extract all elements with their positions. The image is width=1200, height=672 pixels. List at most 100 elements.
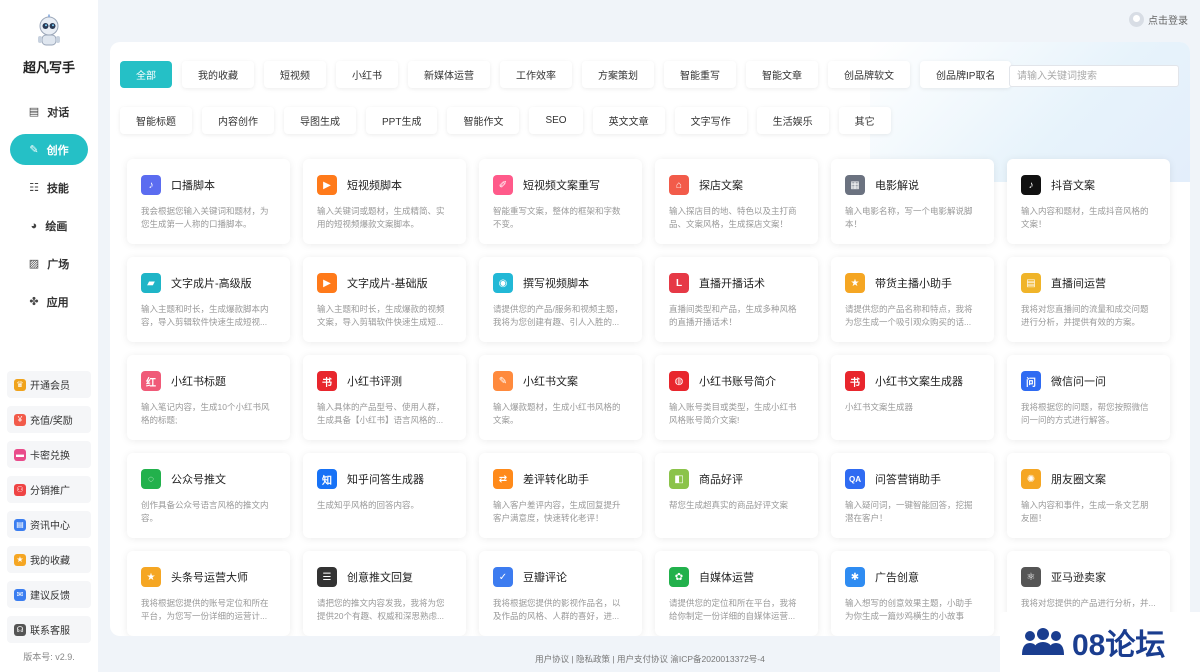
category-tab[interactable]: 全部 bbox=[120, 61, 172, 88]
nav-item-4[interactable]: ▨ 广场 bbox=[10, 248, 88, 279]
category-tab[interactable]: 工作效率 bbox=[500, 61, 572, 88]
category-tab[interactable]: SEO bbox=[529, 107, 583, 134]
side-item-5[interactable]: ★ 我的收藏 bbox=[7, 546, 91, 573]
category-tab[interactable]: 导图生成 bbox=[284, 107, 356, 134]
tool-card[interactable]: ✎ 小红书文案 输入爆款题材，生成小红书风格的文案。 bbox=[479, 355, 642, 440]
tool-card[interactable]: ✓ 豆瓣评论 我将根据您提供的影视作品名，以及作品的风格、人群的喜好，进... bbox=[479, 551, 642, 636]
tool-card[interactable]: ▰ 文字成片-高级版 输入主题和时长，生成爆款脚本内容，导入剪辑软件快速生成短视..… bbox=[127, 257, 290, 342]
card-description: 请提供您的产品/服务和视频主题，我将为您创建有趣、引人入胜的... bbox=[493, 304, 623, 327]
side-item-label: 建议反馈 bbox=[30, 591, 70, 602]
card-description: 我将根据您的问题，帮您按照微信问一问的方式进行解答。 bbox=[1021, 402, 1149, 425]
tool-card[interactable]: ◉ 撰写视频脚本请提供您的产品/服务和视频主题，我将为您创建有趣、引人入胜的... bbox=[479, 257, 642, 342]
side-item-3[interactable]: ⚇ 分销推广 bbox=[7, 476, 91, 503]
category-tab[interactable]: 小红书 bbox=[336, 61, 398, 88]
tool-card[interactable]: ◌ 公众号推文 创作具备公众号语言风格的推文内容。 bbox=[127, 453, 290, 538]
news-icon: ▤ bbox=[14, 518, 26, 531]
card-title: 朋友圈文案 bbox=[1051, 474, 1106, 486]
side-item-0[interactable]: ♛ 开通会员 bbox=[7, 371, 91, 398]
category-tab[interactable]: 英文文章 bbox=[592, 107, 665, 134]
star-badge-icon: ★ bbox=[845, 273, 865, 293]
side-item-7[interactable]: ☊ 联系客服 bbox=[7, 616, 91, 643]
side-item-label: 充值/奖励 bbox=[30, 416, 73, 427]
tool-card[interactable]: 书小红书文案生成器 小红书文案生成器 bbox=[831, 355, 994, 440]
card-title: 探店文案 bbox=[699, 180, 743, 192]
camera-icon: ◉ bbox=[493, 273, 513, 293]
tool-card[interactable]: L 直播开播话术 直播间类型和产品，生成多种风格的直播开播话术！ bbox=[655, 257, 818, 342]
nav-item-2[interactable]: ☷ 技能 bbox=[10, 172, 88, 203]
side-item-6[interactable]: ✉ 建议反馈 bbox=[7, 581, 91, 608]
card-title: 商品好评 bbox=[699, 474, 743, 486]
robot-logo-icon[interactable] bbox=[32, 14, 66, 48]
main-panel: 全部 我的收藏 短视频 小红书 新媒体运营 工作效率 方案策划 智能重写 智能文章 创品牌软文 创品… bbox=[110, 42, 1190, 636]
card-description: 输入疑问词，一键智能回答，挖掘潜在客户！ bbox=[845, 500, 973, 523]
tool-card[interactable]: ★ 头条号运营大师 我将根据您提供的账号定位和所在平台，为您写一份详细的运营计... bbox=[127, 551, 290, 636]
category-tab[interactable]: 创品牌IP取名 bbox=[920, 61, 1012, 88]
tool-card[interactable]: ▶ 文字成片-基础版 输入主题和时长，生成爆款的视频文案，导入剪辑软件快速生成短..… bbox=[303, 257, 466, 342]
tool-card[interactable]: ▤ 直播间运营 我将对您直播间的流量和成交问题进行分析，并提供有效的方案。 bbox=[1007, 257, 1170, 342]
tool-card[interactable]: ☰ 创意推文回复 请把您的推文内容发我，我将为您提供20个有趣、权威和深思熟虑... bbox=[303, 551, 466, 636]
card-title: 撰写视频脚本 bbox=[523, 278, 589, 290]
card-title: 口播脚本 bbox=[171, 180, 215, 192]
tool-card[interactable]: ✐ 短视频文案重写 智能重写文案，整体的框架和字数不变。 bbox=[479, 159, 642, 244]
category-tab[interactable]: 文字写作 bbox=[674, 107, 747, 134]
category-tab[interactable]: 智能重写 bbox=[664, 61, 736, 88]
tool-card[interactable]: ⇄ 差评转化助手 输入客户差评内容，生成回复提升客户满意度，快速转化老评！ bbox=[479, 453, 642, 538]
tool-card[interactable]: ▦ 电影解说 输入电影名称，写一个电影解说脚本！ bbox=[831, 159, 994, 244]
category-tab[interactable]: 内容创作 bbox=[202, 107, 274, 134]
category-tab[interactable]: 智能作文 bbox=[447, 107, 520, 134]
category-tab[interactable]: 方案策划 bbox=[582, 61, 654, 88]
card-header: ▰ 文字成片-高级版 bbox=[141, 273, 276, 293]
card-header: ✱ 广告创意 bbox=[845, 567, 980, 587]
card-title: 小红书账号简介 bbox=[699, 376, 776, 388]
category-tab[interactable]: 生活娱乐 bbox=[756, 107, 829, 134]
tool-card[interactable]: ✿ 自媒体运营 请提供您的定位和所在平台，我将给你制定一份详细的自媒体运营... bbox=[655, 551, 818, 636]
tool-card[interactable]: ⌂ 探店文案 输入探店目的地、特色以及主打商品、文案风格，生成探店文案！ bbox=[655, 159, 818, 244]
card-icon: ▬ bbox=[14, 448, 26, 461]
category-tab[interactable]: 其它 bbox=[838, 107, 891, 134]
tool-card[interactable]: ♪ 口播脚本 我会根据您输入关键词和题材，为您生成第一人称的口播脚本。 bbox=[127, 159, 290, 244]
category-tab[interactable]: 智能标题 bbox=[120, 107, 192, 134]
side-item-2[interactable]: ▬ 卡密兑换 bbox=[7, 441, 91, 468]
card-description: 输入电影名称，写一个电影解说脚本！ bbox=[845, 206, 973, 229]
card-header: ✺ 朋友圈文案 bbox=[1021, 469, 1156, 489]
tool-card[interactable]: ✺ 朋友圈文案 输入内容和事件，生成一条文艺朋友圈！ bbox=[1007, 453, 1170, 538]
tool-card[interactable]: ◍ 小红书账号简介 输入账号类目或类型，生成小红书风格账号简介文案! bbox=[655, 355, 818, 440]
side-item-4[interactable]: ▤ 资讯中心 bbox=[7, 511, 91, 538]
category-tab[interactable]: 创品牌软文 bbox=[828, 61, 910, 88]
card-header: ✿ 自媒体运营 bbox=[669, 567, 804, 587]
tool-card[interactable]: 书小红书评测 输入具体的产品型号、使用人群，生成具备【小红书】语言风格的... bbox=[303, 355, 466, 440]
xiaohongshu-icon: 红 bbox=[141, 371, 161, 391]
tool-card[interactable]: 知知乎问答生成器 生成知乎风格的回答内容。 bbox=[303, 453, 466, 538]
card-title: 小红书评测 bbox=[347, 376, 402, 388]
side-item-label: 我的收藏 bbox=[30, 556, 70, 567]
tool-card[interactable]: 问微信问一问 我将根据您的问题，帮您按照微信问一问的方式进行解答。 bbox=[1007, 355, 1170, 440]
nav-item-0[interactable]: ▤ 对话 bbox=[10, 96, 88, 127]
category-tab[interactable]: 新媒体运营 bbox=[408, 61, 490, 88]
category-tab[interactable]: 我的收藏 bbox=[182, 61, 254, 88]
login-label: 点击登录 bbox=[1148, 16, 1188, 27]
category-tab[interactable]: 智能文章 bbox=[746, 61, 818, 88]
palette-icon: ◕ bbox=[30, 219, 38, 232]
nav-item-5[interactable]: ✤ 应用 bbox=[10, 286, 88, 317]
tool-card[interactable]: QA 问答营销助手 输入疑问词，一键智能回答，挖掘潜在客户！ bbox=[831, 453, 994, 538]
tool-card[interactable]: ♪ 抖音文案 输入内容和题材，生成抖音风格的文案！ bbox=[1007, 159, 1170, 244]
tool-card[interactable]: ◧ 商品好评 帮您生成超真实的商品好评文案 bbox=[655, 453, 818, 538]
tool-card[interactable]: ✱ 广告创意 输入想写的创意效果主题，小助手为你生成一篇炒鸡横生的小故事 bbox=[831, 551, 994, 636]
search-input[interactable] bbox=[1009, 65, 1179, 87]
login-button[interactable]: 点击登录 bbox=[1129, 12, 1188, 27]
card-header: ◉ 撰写视频脚本 bbox=[493, 273, 628, 293]
nav-item-1[interactable]: ✎ 创作 bbox=[10, 134, 88, 165]
side-item-label: 资讯中心 bbox=[30, 521, 70, 532]
flower-icon: ✿ bbox=[669, 567, 689, 587]
card-header: ♪ 口播脚本 bbox=[141, 175, 276, 195]
card-description: 我将根据您提供的影视作品名，以及作品的风格、人群的喜好，进... bbox=[493, 598, 621, 621]
tool-card[interactable]: ▶ 短视频脚本 输入关键词或题材，生成精简、实用的短视频爆款文案脚本。 bbox=[303, 159, 466, 244]
nav-item-3[interactable]: ◕ 绘画 bbox=[10, 210, 88, 241]
card-description: 创作具备公众号语言风格的推文内容。 bbox=[141, 500, 269, 523]
card-description: 智能重写文案，整体的框架和字数不变。 bbox=[493, 206, 621, 229]
side-item-1[interactable]: ¥ 充值/奖励 bbox=[7, 406, 91, 433]
category-tab[interactable]: 短视频 bbox=[264, 61, 326, 88]
tool-card[interactable]: ★ 带货主播小助手 请提供您的产品名称和特点，我将为您生成一个吸引观众购买的话... bbox=[831, 257, 994, 342]
category-tab[interactable]: PPT生成 bbox=[366, 107, 438, 134]
tool-card[interactable]: 红小红书标题 输入笔记内容，生成10个小红书风格的标题; bbox=[127, 355, 290, 440]
